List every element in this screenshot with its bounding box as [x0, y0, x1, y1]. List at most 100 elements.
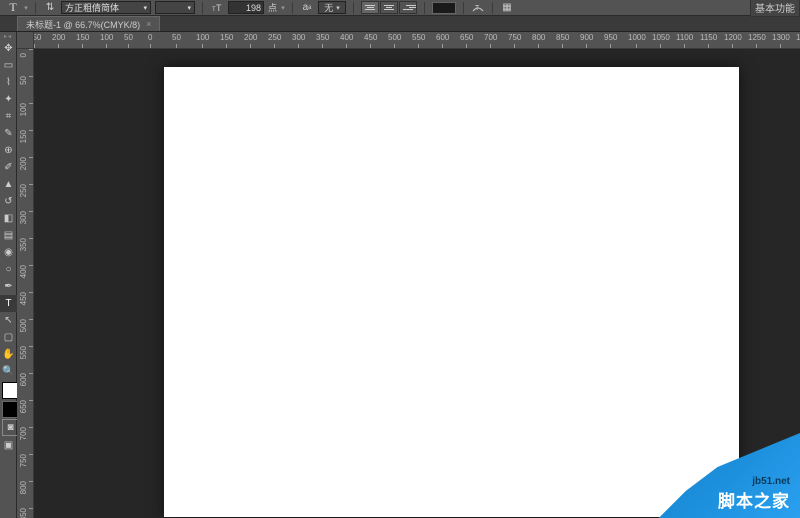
ruler-tick: 450	[364, 32, 377, 49]
ruler-tick: 100	[17, 103, 34, 119]
antialias-select[interactable]: 无 ▾	[318, 1, 346, 14]
toolbar: ▸◂ ✥▭⌇✦⌗✎⊕✐▲↺◧▤◉○✒T↖▢✋🔍 ◙ ▣	[0, 32, 17, 518]
font-family-select[interactable]: 方正粗倩简体 ▾	[61, 1, 151, 14]
ruler-tick: 150	[220, 32, 233, 49]
clone-stamp-tool[interactable]: ▲	[0, 176, 17, 193]
type-tool[interactable]: T	[0, 295, 17, 312]
ruler-tick: 300	[17, 211, 34, 227]
toolbar-grip[interactable]: ▸◂	[0, 32, 16, 40]
ruler-tick: 100	[196, 32, 209, 49]
shape-tool[interactable]: ▢	[0, 329, 17, 346]
ruler-tick: 400	[17, 265, 34, 281]
history-brush-tool[interactable]: ↺	[0, 193, 17, 210]
ruler-origin[interactable]	[17, 32, 34, 49]
close-tab-icon[interactable]: ×	[146, 19, 151, 29]
svg-text:T: T	[475, 5, 480, 12]
marquee-tool[interactable]: ▭	[0, 57, 17, 74]
warp-text-icon[interactable]: T	[471, 1, 485, 15]
document-tab-bar: 未标题-1 @ 66.7%(CMYK/8) ×	[0, 16, 800, 32]
ruler-tick: 350	[316, 32, 329, 49]
ruler-tick: 1000	[628, 32, 646, 49]
blur-tool[interactable]: ◉	[0, 244, 17, 261]
dodge-tool[interactable]: ○	[0, 261, 17, 278]
ruler-tick: 850	[17, 508, 34, 518]
ruler-tick: 250	[268, 32, 281, 49]
ruler-tick: 800	[17, 481, 34, 497]
ruler-tick: 700	[17, 427, 34, 443]
ruler-tick: 450	[17, 292, 34, 308]
orientation-icon[interactable]: ⇅	[43, 1, 57, 15]
ruler-tick: 150	[76, 32, 89, 49]
tool-preset-dropdown[interactable]: ▾	[24, 3, 28, 13]
pen-tool[interactable]: ✒	[0, 278, 17, 295]
eyedropper-tool[interactable]: ✎	[0, 125, 17, 142]
ruler-tick: 100	[100, 32, 113, 49]
align-center-button[interactable]	[380, 1, 398, 14]
ruler-tick: 1200	[724, 32, 742, 49]
crop-tool[interactable]: ⌗	[0, 108, 17, 125]
ruler-tick: 0	[148, 32, 152, 49]
ruler-tick: 1100	[676, 32, 693, 49]
ruler-tick: 500	[17, 319, 34, 335]
zoom-tool[interactable]: 🔍	[0, 363, 17, 380]
ruler-tick: 350	[17, 238, 34, 254]
size-icon: TT	[210, 1, 224, 15]
separator	[353, 2, 354, 14]
ruler-tick: 950	[604, 32, 617, 49]
ruler-tick: 750	[17, 454, 34, 470]
ruler-tick: 600	[17, 373, 34, 389]
ruler-tick: 150	[17, 130, 34, 146]
ruler-tick: 200	[244, 32, 257, 49]
text-align-group	[361, 1, 417, 14]
separator	[424, 2, 425, 14]
screen-mode-toggle[interactable]: ▣	[0, 437, 17, 454]
watermark: jb51.net 脚本之家	[650, 433, 800, 518]
options-bar: T ▾ ⇅ 方正粗倩简体 ▾ ▾ TT 点 ▾ aa 无 ▾ T ▦ 基本功能	[0, 0, 800, 16]
brush-tool[interactable]: ✐	[0, 159, 17, 176]
ruler-tick: 1150	[700, 32, 717, 49]
text-color-swatch[interactable]	[432, 2, 456, 14]
ruler-tick: 650	[17, 400, 34, 416]
font-style-select[interactable]: ▾	[155, 1, 195, 14]
path-selection-tool[interactable]: ↖	[0, 312, 17, 329]
separator	[202, 2, 203, 14]
size-dropdown[interactable]: ▾	[281, 3, 285, 13]
ruler-tick: 600	[436, 32, 449, 49]
ruler-tick: 250	[34, 32, 41, 49]
move-tool[interactable]: ✥	[0, 40, 17, 57]
ruler-tick: 50	[172, 32, 181, 49]
ruler-tick: 0	[17, 49, 34, 60]
svg-text:T: T	[216, 3, 222, 13]
align-left-button[interactable]	[361, 1, 379, 14]
ruler-tick: 800	[532, 32, 545, 49]
magic-wand-tool[interactable]: ✦	[0, 91, 17, 108]
type-tool-indicator: T	[6, 1, 20, 15]
eraser-tool[interactable]: ◧	[0, 210, 17, 227]
ruler-tick: 850	[556, 32, 569, 49]
align-right-button[interactable]	[399, 1, 417, 14]
separator	[492, 2, 493, 14]
ruler-tick: 200	[17, 157, 34, 173]
ruler-tick: 650	[460, 32, 473, 49]
aa-value: 无	[324, 1, 333, 14]
svg-text:T: T	[212, 7, 216, 13]
separator	[292, 2, 293, 14]
gradient-tool[interactable]: ▤	[0, 227, 17, 244]
workspace-label[interactable]: 基本功能	[750, 0, 800, 17]
ruler-tick: 400	[340, 32, 353, 49]
document-tab[interactable]: 未标题-1 @ 66.7%(CMYK/8) ×	[17, 16, 160, 31]
aa-icon: aa	[300, 1, 314, 15]
ruler-tick: 1250	[748, 32, 766, 49]
hand-tool[interactable]: ✋	[0, 346, 17, 363]
character-panel-icon[interactable]: ▦	[500, 1, 514, 15]
watermark-url: jb51.net	[752, 476, 790, 487]
healing-brush-tool[interactable]: ⊕	[0, 142, 17, 159]
document-tab-title: 未标题-1 @ 66.7%(CMYK/8)	[26, 18, 140, 31]
separator	[35, 2, 36, 14]
horizontal-ruler[interactable]: 2502001501005005010015020025030035040045…	[34, 32, 800, 49]
lasso-tool[interactable]: ⌇	[0, 74, 17, 91]
ruler-tick: 1350	[796, 32, 800, 49]
vertical-ruler[interactable]: 0501001502002503003504004505005506006507…	[17, 49, 34, 518]
ruler-tick: 500	[388, 32, 401, 49]
font-size-input[interactable]	[228, 1, 264, 14]
